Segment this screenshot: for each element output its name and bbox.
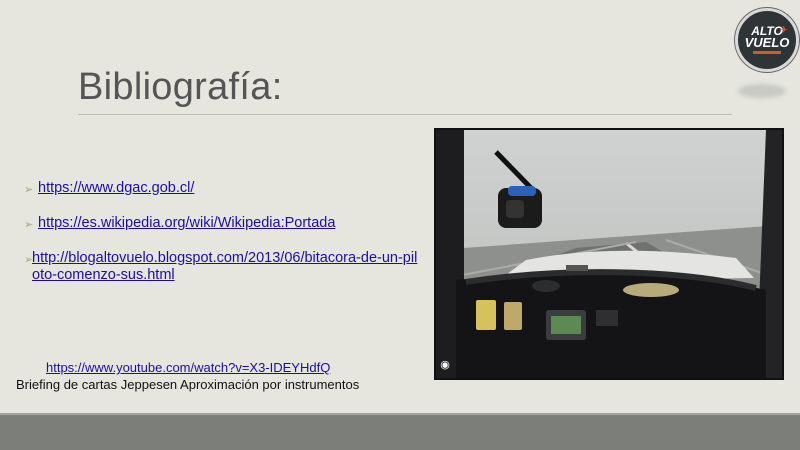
link-dgac[interactable]: https://www.dgac.gob.cl/ xyxy=(38,180,194,197)
cockpit-illustration xyxy=(436,130,782,378)
list-item: ➢ https://www.dgac.gob.cl/ xyxy=(24,180,424,199)
lens-icon[interactable]: ◉ xyxy=(437,356,453,372)
video-caption: Briefing de cartas Jeppesen Aproximación… xyxy=(16,377,360,392)
list-item: ➢ https://es.wikipedia.org/wiki/Wikipedi… xyxy=(24,215,424,234)
plane-icon: ✈ xyxy=(779,25,788,36)
arrow-bullet-icon: ➢ xyxy=(24,184,34,196)
slide-title: Bibliografía: xyxy=(78,66,283,108)
cockpit-photo xyxy=(434,128,784,380)
link-wikipedia[interactable]: https://es.wikipedia.org/wiki/Wikipedia:… xyxy=(38,215,335,232)
list-item: ➢ http://blogaltovuelo.blogspot.com/2013… xyxy=(24,250,424,284)
link-blog[interactable]: http://blogaltovuelo.blogspot.com/2013/0… xyxy=(32,250,424,284)
logo-line2: VUELO xyxy=(744,35,790,50)
logo-ribbon xyxy=(753,51,781,54)
title-divider xyxy=(78,114,732,115)
slide: Bibliografía: ✈ ALTO VUELO ➢ https://www… xyxy=(0,0,800,450)
arrow-bullet-icon: ➢ xyxy=(24,254,34,266)
alto-vuelo-logo: ✈ ALTO VUELO xyxy=(735,8,799,72)
footer-band xyxy=(0,415,800,450)
bibliography-list: ➢ https://www.dgac.gob.cl/ ➢ https://es.… xyxy=(24,180,424,300)
arrow-bullet-icon: ➢ xyxy=(24,219,34,231)
youtube-link[interactable]: https://www.youtube.com/watch?v=X3-IDEYH… xyxy=(46,360,330,375)
decorative-shadow xyxy=(738,84,786,98)
